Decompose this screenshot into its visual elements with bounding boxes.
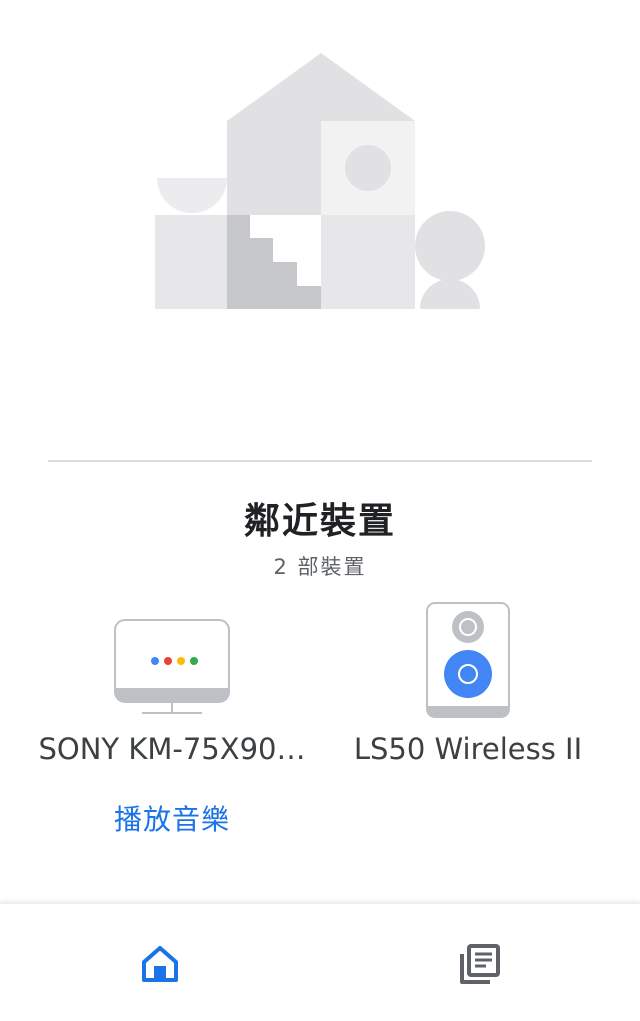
- device-card-ls50[interactable]: LS50 Wireless II: [318, 600, 618, 766]
- bottom-navigation: [0, 903, 640, 1021]
- home-illustration: [155, 53, 485, 309]
- home-icon: [142, 946, 178, 982]
- device-card-sony[interactable]: SONY KM-75X90… 播放音樂: [22, 600, 322, 836]
- device-name: SONY KM-75X90…: [38, 732, 306, 766]
- device-count: 2 部裝置: [273, 555, 367, 579]
- tv-icon: [114, 619, 230, 714]
- play-music-button[interactable]: 播放音樂: [22, 798, 322, 838]
- speaker-icon: [426, 602, 510, 718]
- device-name: LS50 Wireless II: [353, 732, 583, 766]
- nav-home-tab[interactable]: [136, 940, 184, 988]
- feed-icon: [460, 944, 500, 984]
- nearby-devices-screen: 鄰近裝置 2 部裝置 SONY KM-75X90… 播放音樂 LS50 Wire…: [0, 0, 640, 1021]
- nav-feed-tab[interactable]: [456, 940, 504, 988]
- nearby-title: 鄰近裝置: [243, 501, 396, 542]
- section-divider: [48, 460, 592, 462]
